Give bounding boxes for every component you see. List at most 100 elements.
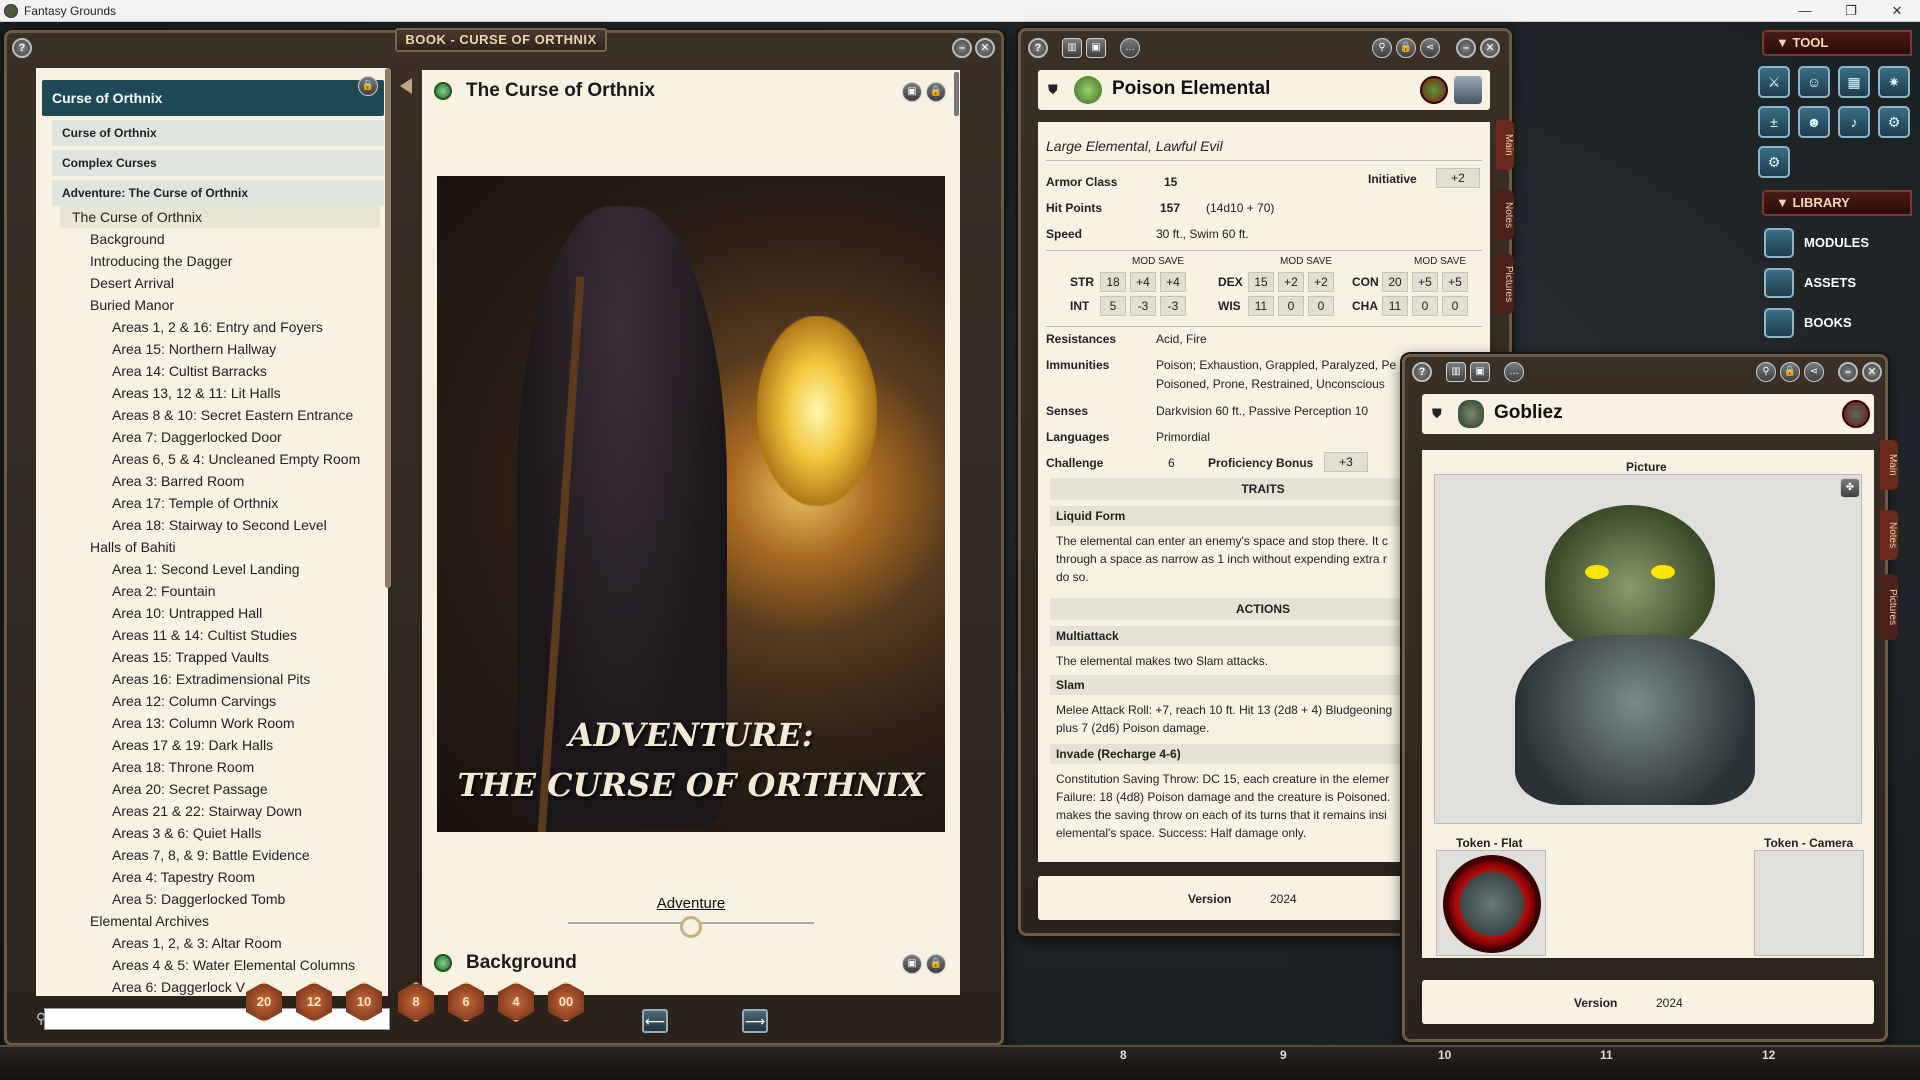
next-page-button[interactable]: ⟶ xyxy=(742,1009,768,1033)
music-icon[interactable]: ♪ xyxy=(1838,106,1870,138)
tab-notes[interactable]: Notes xyxy=(1496,190,1514,240)
toc-item[interactable]: Area 18: Stairway to Second Level xyxy=(60,514,380,536)
toc-item[interactable]: Area 12: Column Carvings xyxy=(60,690,380,712)
gobliez-portrait-icon[interactable] xyxy=(1842,400,1870,428)
npc-help-icon[interactable]: ? xyxy=(1028,38,1048,58)
npc-type-icon[interactable]: ⛊ xyxy=(1048,82,1058,98)
tab-pictures[interactable]: Pictures xyxy=(1496,254,1514,314)
npc-book-icon[interactable]: ▥ xyxy=(1062,38,1082,58)
toc-item[interactable]: Area 20: Secret Passage xyxy=(60,778,380,800)
modifiers-icon[interactable]: ± xyxy=(1758,106,1790,138)
ability-mod[interactable]: 0 xyxy=(1278,296,1304,316)
page-scrollbar[interactable] xyxy=(954,72,959,116)
prev-page-button[interactable]: ⟵ xyxy=(642,1009,668,1033)
toc-item[interactable]: Area 3: Barred Room xyxy=(60,470,380,492)
toc-item[interactable]: Area 5: Daggerlocked Tomb xyxy=(60,888,380,910)
toc-subheader[interactable]: Adventure: The Curse of Orthnix xyxy=(52,180,384,206)
npc-share-icon[interactable]: ⋖ xyxy=(1420,38,1440,58)
toc-item[interactable]: Area 15: Northern Hallway xyxy=(60,338,380,360)
ability-mod[interactable]: +5 xyxy=(1412,272,1438,292)
book-help-icon[interactable]: ? xyxy=(12,38,32,58)
toc-scrollbar[interactable] xyxy=(385,68,391,588)
token-flat-slot[interactable] xyxy=(1436,850,1546,956)
minimize-button[interactable]: — xyxy=(1782,0,1828,22)
toc-subheader[interactable]: Curse of Orthnix xyxy=(52,120,384,146)
ability-score[interactable]: 5 xyxy=(1100,296,1126,316)
gobliez-minimize-button[interactable]: – xyxy=(1838,362,1858,382)
toc-item[interactable]: Area 13: Column Work Room xyxy=(60,712,380,734)
toc-item[interactable]: Area 1: Second Level Landing xyxy=(60,558,380,580)
page-copy-icon[interactable]: ▣ xyxy=(902,82,922,102)
npc-copy-icon[interactable]: ▣ xyxy=(1086,38,1106,58)
toc-search-input[interactable] xyxy=(44,1008,390,1030)
section-gem-icon[interactable] xyxy=(434,82,452,100)
page-lock-icon[interactable]: 🔒 xyxy=(926,82,946,102)
speed-value[interactable]: 30 ft., Swim 60 ft. xyxy=(1156,227,1249,241)
toc-item[interactable]: The Curse of Orthnix xyxy=(60,206,380,228)
tool-section-header[interactable]: ▼ TOOL xyxy=(1762,30,1912,56)
npc-close-button[interactable]: ✕ xyxy=(1480,38,1500,58)
toc-item[interactable]: Halls of Bahiti xyxy=(60,536,380,558)
initiative-value[interactable]: +2 xyxy=(1436,168,1480,188)
toc-item[interactable]: Area 6: Daggerlock V xyxy=(60,976,380,998)
toc-item[interactable]: Introducing the Dagger xyxy=(60,250,380,272)
ability-mod[interactable]: -3 xyxy=(1130,296,1156,316)
ability-save[interactable]: +5 xyxy=(1442,272,1468,292)
gobliez-help-icon[interactable]: ? xyxy=(1412,362,1432,382)
ability-save[interactable]: +4 xyxy=(1160,272,1186,292)
toc-item[interactable]: Areas 6, 5 & 4: Uncleaned Empty Room xyxy=(60,448,380,470)
ability-mod[interactable]: +2 xyxy=(1278,272,1304,292)
gobliez-copy-icon[interactable]: ▣ xyxy=(1470,362,1490,382)
toc-item[interactable]: Buried Manor xyxy=(60,294,380,316)
ability-score[interactable]: 11 xyxy=(1382,296,1408,316)
collapse-toc-icon[interactable] xyxy=(400,78,412,94)
restore-button[interactable]: ❐ xyxy=(1828,0,1874,22)
toc-item[interactable]: Area 10: Untrapped Hall xyxy=(60,602,380,624)
picture-paw-icon[interactable]: ✤ xyxy=(1840,478,1860,498)
gobliez-type-icon[interactable]: ⛊ xyxy=(1432,406,1442,422)
challenge-value[interactable]: 6 xyxy=(1168,456,1175,470)
token-camera-slot[interactable] xyxy=(1754,850,1864,956)
toc-item[interactable]: Areas 7, 8, & 9: Battle Evidence xyxy=(60,844,380,866)
ability-save[interactable]: +2 xyxy=(1308,272,1334,292)
toc-lock-icon[interactable]: 🔒 xyxy=(358,76,378,96)
gobliez-tab-pictures[interactable]: Pictures xyxy=(1880,574,1898,640)
toc-item[interactable]: Area 7: Daggerlocked Door xyxy=(60,426,380,448)
toc-header[interactable]: Curse of Orthnix xyxy=(42,80,384,116)
gobliez-tab-main[interactable]: Main xyxy=(1880,440,1898,490)
modules-button[interactable]: MODULES xyxy=(1760,226,1915,260)
hp-dice[interactable]: (14d10 + 70) xyxy=(1206,201,1274,215)
book-close-button[interactable]: ✕ xyxy=(975,38,995,58)
toc-item[interactable]: Areas 15: Trapped Vaults xyxy=(60,646,380,668)
ac-value[interactable]: 15 xyxy=(1164,175,1177,189)
toc-item[interactable]: Area 18: Throne Room xyxy=(60,756,380,778)
proficiency-value[interactable]: +3 xyxy=(1324,452,1368,472)
gobliez-lock-icon[interactable]: 🔒 xyxy=(1780,362,1800,382)
npc-image-icon[interactable] xyxy=(1454,76,1482,104)
effects-icon[interactable]: ☻ xyxy=(1798,106,1830,138)
toc-item[interactable]: Areas 13, 12 & 11: Lit Halls xyxy=(60,382,380,404)
calendar-icon[interactable]: ▦ xyxy=(1838,66,1870,98)
library-section-header[interactable]: ▼ LIBRARY xyxy=(1762,190,1912,216)
ability-save[interactable]: 0 xyxy=(1308,296,1334,316)
settings-gear-icon[interactable]: ⚙ xyxy=(1878,106,1910,138)
toc-item[interactable]: Areas 1, 2, & 3: Altar Room xyxy=(60,932,380,954)
toc-item[interactable]: Area 4: Tapestry Room xyxy=(60,866,380,888)
npc-portrait-icon[interactable] xyxy=(1420,76,1448,104)
toc-item[interactable]: Areas 3 & 6: Quiet Halls xyxy=(60,822,380,844)
toc-item[interactable]: Areas 11 & 14: Cultist Studies xyxy=(60,624,380,646)
ability-score[interactable]: 20 xyxy=(1382,272,1408,292)
toc-item[interactable]: Areas 8 & 10: Secret Eastern Entrance xyxy=(60,404,380,426)
toc-item[interactable]: Elemental Archives xyxy=(60,910,380,932)
close-button[interactable]: ✕ xyxy=(1874,0,1920,22)
party-sheet-icon[interactable]: ☺ xyxy=(1798,66,1830,98)
toc-subheader[interactable]: Complex Curses xyxy=(52,150,384,176)
options-icon[interactable]: ⚙ xyxy=(1758,146,1790,178)
npc-token-icon[interactable] xyxy=(1074,76,1102,104)
ability-save[interactable]: -3 xyxy=(1160,296,1186,316)
immunities-value-2[interactable]: Poisoned, Prone, Restrained, Unconscious xyxy=(1156,377,1385,391)
section-gem-icon[interactable] xyxy=(434,954,452,972)
gobliez-close-button[interactable]: ✕ xyxy=(1862,362,1882,382)
books-button[interactable]: BOOKS xyxy=(1760,306,1915,340)
ability-save[interactable]: 0 xyxy=(1442,296,1468,316)
